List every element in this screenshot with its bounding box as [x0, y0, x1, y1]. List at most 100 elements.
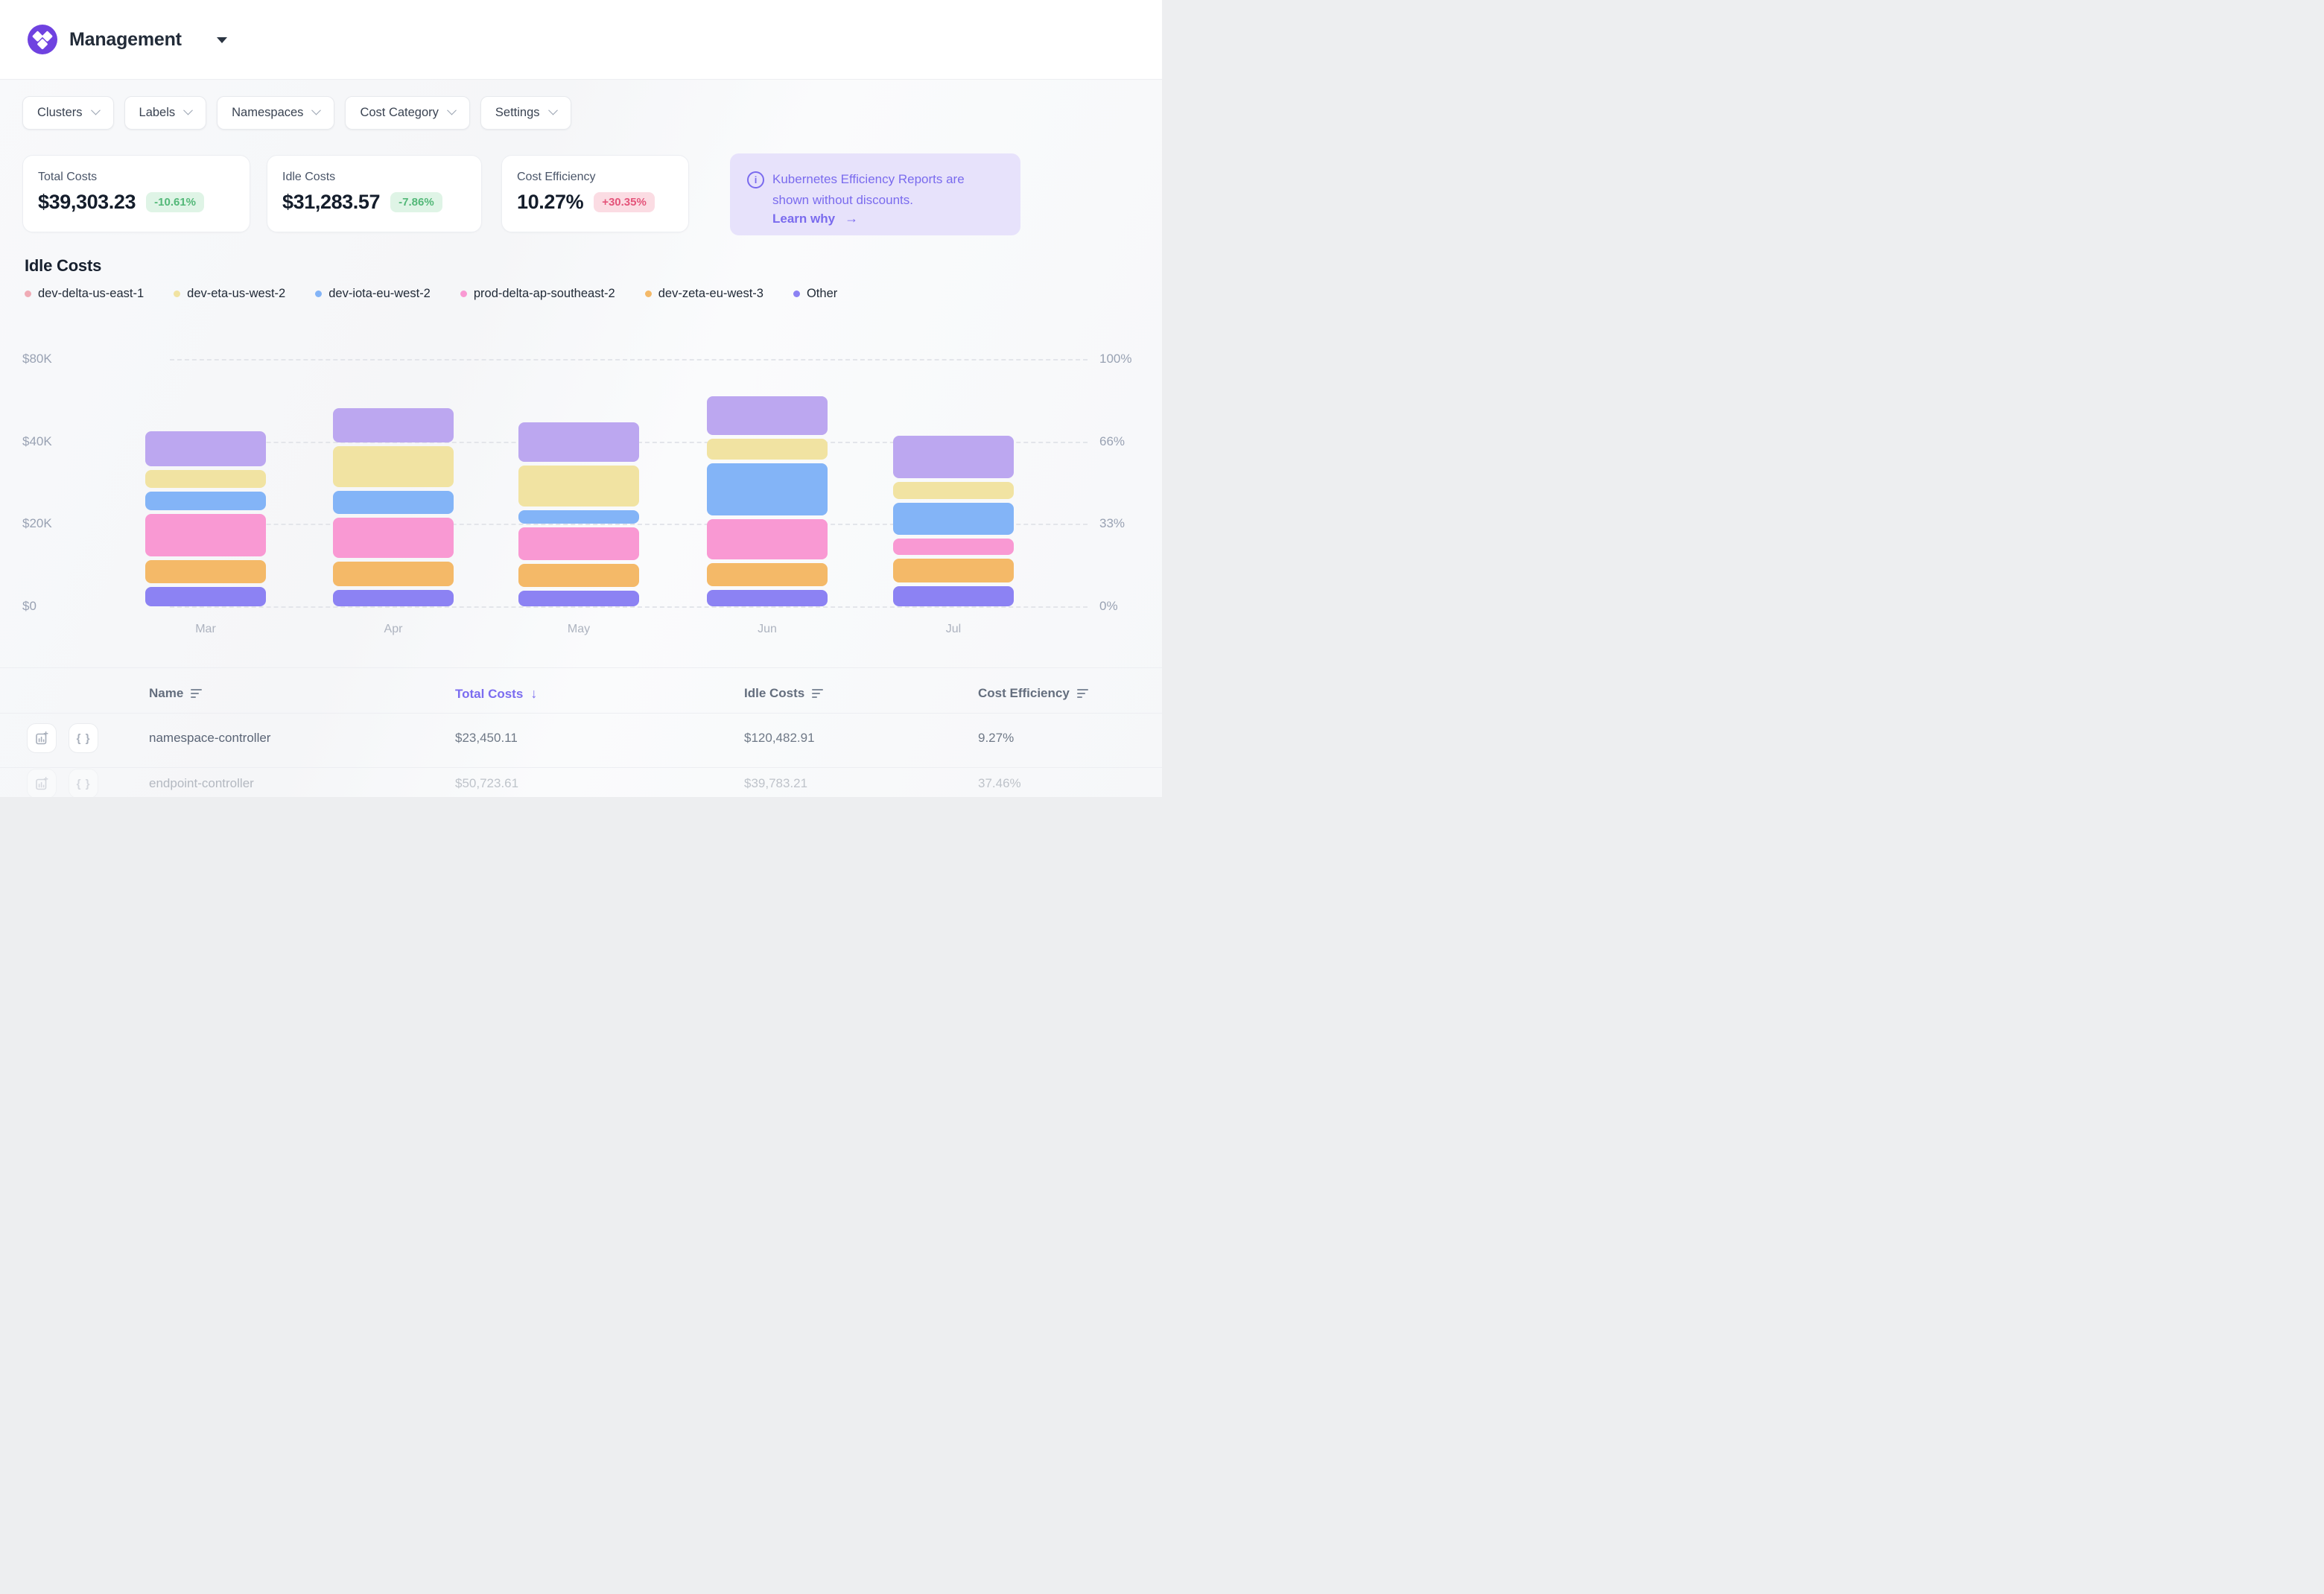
- caret-down-icon[interactable]: [217, 37, 227, 43]
- page-title[interactable]: Management: [69, 29, 182, 51]
- learn-why-link[interactable]: Learn why →: [772, 211, 858, 226]
- legend-item-dev-eta-us-west-2[interactable]: dev-eta-us-west-2: [174, 287, 285, 301]
- table-top-divider: [0, 667, 1162, 668]
- column-header-label: Total Costs: [455, 687, 523, 702]
- y-axis-left-label: $40K: [22, 434, 52, 449]
- stat-label: Cost Efficiency: [517, 171, 673, 184]
- legend-item-prod-delta-ap-southeast-2[interactable]: prod-delta-ap-southeast-2: [460, 287, 615, 301]
- info-icon: i: [747, 171, 764, 188]
- legend-item-dev-zeta-eu-west-3[interactable]: dev-zeta-eu-west-3: [645, 287, 763, 301]
- legend-dot-icon: [315, 290, 322, 297]
- bar-segment-dev-iota-eu-west-2-mar[interactable]: [145, 492, 266, 510]
- bar-segment-dev-zeta-eu-west-3-jul[interactable]: [893, 559, 1014, 582]
- legend-item-other[interactable]: Other: [793, 287, 837, 301]
- legend-item-dev-iota-eu-west-2[interactable]: dev-iota-eu-west-2: [315, 287, 431, 301]
- column-header-label: Idle Costs: [744, 686, 804, 701]
- column-header-total-costs[interactable]: Total Costs↓: [455, 686, 537, 702]
- filter-label: Settings: [495, 106, 540, 120]
- cell-total-costs: $23,450.11: [455, 731, 518, 746]
- legend-label: dev-iota-eu-west-2: [328, 287, 431, 301]
- learn-why-label[interactable]: Learn why: [772, 212, 835, 226]
- filter-button-clusters[interactable]: Clusters: [22, 96, 114, 130]
- x-axis-label-mar: Mar: [195, 623, 216, 636]
- column-header-name[interactable]: Name: [149, 686, 202, 701]
- table-row[interactable]: { }endpoint-controller$50,723.61$39,783.…: [0, 759, 1162, 797]
- bar-segment-dev-zeta-eu-west-3-jun[interactable]: [707, 563, 828, 586]
- column-header-cost-efficiency[interactable]: Cost Efficiency: [978, 686, 1088, 701]
- open-report-button[interactable]: [27, 769, 57, 797]
- bar-segment-dev-iota-eu-west-2-may[interactable]: [518, 510, 639, 524]
- bar-segment-other-jun[interactable]: [707, 590, 828, 606]
- x-axis-label-jul: Jul: [946, 623, 961, 636]
- bar-segment-dev-iota-eu-west-2-jul[interactable]: [893, 503, 1014, 535]
- efficiency-banner: i Kubernetes Efficiency Reports are show…: [730, 153, 1020, 235]
- stat-label: Total Costs: [38, 171, 235, 184]
- chevron-down-icon: [548, 106, 558, 115]
- filter-label: Namespaces: [232, 106, 303, 120]
- bar-segment-prod-delta-ap-southeast-2-jul[interactable]: [893, 539, 1014, 555]
- x-axis-label-apr: Apr: [384, 623, 403, 636]
- y-axis-left-label: $80K: [22, 352, 52, 366]
- y-axis-right-label: 33%: [1099, 516, 1125, 531]
- bar-chart-plus-icon: [34, 776, 49, 791]
- bar-segment-prod-delta-ap-southeast-2-apr[interactable]: [333, 518, 454, 558]
- code-braces-button[interactable]: { }: [69, 723, 98, 753]
- cell-total-costs: $50,723.61: [455, 776, 518, 791]
- column-header-label: Name: [149, 686, 183, 701]
- bar-segment-dev-zeta-eu-west-3-may[interactable]: [518, 564, 639, 587]
- bar-segment-dev-zeta-eu-west-3-mar[interactable]: [145, 560, 266, 583]
- bar-segment-dev-delta-us-east-1-jun[interactable]: [707, 396, 828, 435]
- filter-bar: Clusters Labels Namespaces Cost Category Set…: [22, 96, 571, 130]
- bar-segment-dev-eta-us-west-2-apr[interactable]: [333, 446, 454, 487]
- filter-label: Clusters: [37, 106, 83, 120]
- bar-segment-dev-delta-us-east-1-mar[interactable]: [145, 431, 266, 466]
- bar-segment-prod-delta-ap-southeast-2-jun[interactable]: [707, 519, 828, 559]
- legend-label: dev-eta-us-west-2: [187, 287, 285, 301]
- bar-segment-dev-eta-us-west-2-jul[interactable]: [893, 482, 1014, 499]
- bar-segment-other-may[interactable]: [518, 591, 639, 606]
- bar-segment-other-mar[interactable]: [145, 587, 266, 606]
- dashboard-page: Management Clusters Labels Namespaces Cost …: [0, 0, 1162, 797]
- legend-item-dev-delta-us-east-1[interactable]: dev-delta-us-east-1: [25, 287, 144, 301]
- open-report-button[interactable]: [27, 723, 57, 753]
- x-axis-label-may: May: [568, 623, 590, 636]
- bar-segment-dev-eta-us-west-2-jun[interactable]: [707, 439, 828, 460]
- chart-legend: dev-delta-us-east-1 dev-eta-us-west-2 dev-…: [25, 287, 837, 301]
- bar-segment-dev-zeta-eu-west-3-apr[interactable]: [333, 562, 454, 586]
- stat-value: $39,303.23: [38, 191, 136, 214]
- bar-segment-dev-eta-us-west-2-mar[interactable]: [145, 470, 266, 488]
- cell-idle-costs: $120,482.91: [744, 731, 815, 746]
- y-axis-right-label: 66%: [1099, 434, 1125, 449]
- banner-text: Kubernetes Efficiency Reports are shown …: [772, 169, 1003, 211]
- filter-button-cost-category[interactable]: Cost Category: [345, 96, 469, 130]
- cell-cost-efficiency: 9.27%: [978, 731, 1014, 746]
- y-axis-right-label: 100%: [1099, 352, 1131, 366]
- bar-segment-dev-eta-us-west-2-may[interactable]: [518, 466, 639, 507]
- stat-card-idle-costs: Idle Costs$31,283.57-7.86%: [267, 155, 482, 232]
- chevron-down-icon: [183, 106, 193, 115]
- legend-label: prod-delta-ap-southeast-2: [474, 287, 615, 301]
- column-header-label: Cost Efficiency: [978, 686, 1070, 701]
- chevron-down-icon: [447, 106, 457, 115]
- bar-segment-dev-delta-us-east-1-jul[interactable]: [893, 436, 1014, 478]
- bar-segment-other-apr[interactable]: [333, 590, 454, 606]
- filter-button-settings[interactable]: Settings: [480, 96, 571, 130]
- bar-segment-dev-iota-eu-west-2-apr[interactable]: [333, 491, 454, 514]
- bar-segment-dev-delta-us-east-1-may[interactable]: [518, 422, 639, 462]
- legend-label: dev-delta-us-east-1: [38, 287, 144, 301]
- bar-segment-prod-delta-ap-southeast-2-mar[interactable]: [145, 514, 266, 556]
- table-row[interactable]: { }namespace-controller$23,450.11$120,48…: [0, 714, 1162, 763]
- stat-value: 10.27%: [517, 191, 583, 214]
- app-logo-icon: [28, 25, 57, 54]
- code-braces-button[interactable]: { }: [69, 769, 98, 797]
- column-header-idle-costs[interactable]: Idle Costs: [744, 686, 823, 701]
- sort-bars-icon: [812, 689, 823, 699]
- bar-segment-prod-delta-ap-southeast-2-may[interactable]: [518, 527, 639, 560]
- bar-segment-other-jul[interactable]: [893, 586, 1014, 606]
- filter-button-namespaces[interactable]: Namespaces: [217, 96, 334, 130]
- bar-segment-dev-iota-eu-west-2-jun[interactable]: [707, 463, 828, 515]
- stat-value-row: $31,283.57-7.86%: [282, 191, 466, 214]
- bar-segment-dev-delta-us-east-1-apr[interactable]: [333, 408, 454, 442]
- sort-bars-icon: [1077, 689, 1088, 699]
- filter-button-labels[interactable]: Labels: [124, 96, 207, 130]
